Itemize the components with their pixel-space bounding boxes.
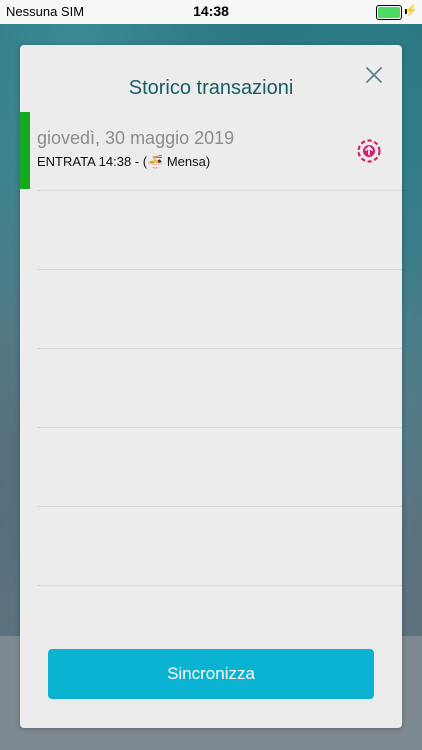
status-bar: Nessuna SIM 14:38 ⚡ bbox=[0, 0, 422, 24]
empty-row bbox=[20, 428, 402, 507]
empty-row bbox=[20, 349, 402, 428]
clock: 14:38 bbox=[193, 3, 229, 19]
empty-row bbox=[20, 191, 402, 270]
transaction-date: giovedì, 30 maggio 2019 bbox=[37, 128, 235, 148]
upload-pending-icon bbox=[356, 138, 382, 164]
transaction-accent-bar bbox=[20, 112, 30, 189]
modal-title: Storico transazioni bbox=[128, 77, 294, 99]
charging-icon: ⚡ bbox=[404, 5, 418, 17]
battery-fill bbox=[378, 7, 400, 18]
empty-row bbox=[20, 507, 402, 586]
close-button[interactable] bbox=[364, 65, 384, 85]
sync-button[interactable]: Sincronizza bbox=[48, 649, 374, 699]
close-icon bbox=[366, 67, 382, 83]
transaction-detail: ENTRATA 14:38 - (🍜 Mensa) bbox=[37, 154, 211, 169]
empty-row bbox=[20, 270, 402, 349]
battery-icon bbox=[376, 5, 402, 20]
transaction-list: giovedì, 30 maggio 2019 ENTRATA 14:38 - … bbox=[20, 112, 402, 586]
transaction-history-modal: Storico transazioni giovedì, 30 maggio 2… bbox=[20, 45, 402, 728]
transaction-row[interactable]: giovedì, 30 maggio 2019 ENTRATA 14:38 - … bbox=[20, 112, 402, 191]
row-divider bbox=[37, 585, 402, 586]
